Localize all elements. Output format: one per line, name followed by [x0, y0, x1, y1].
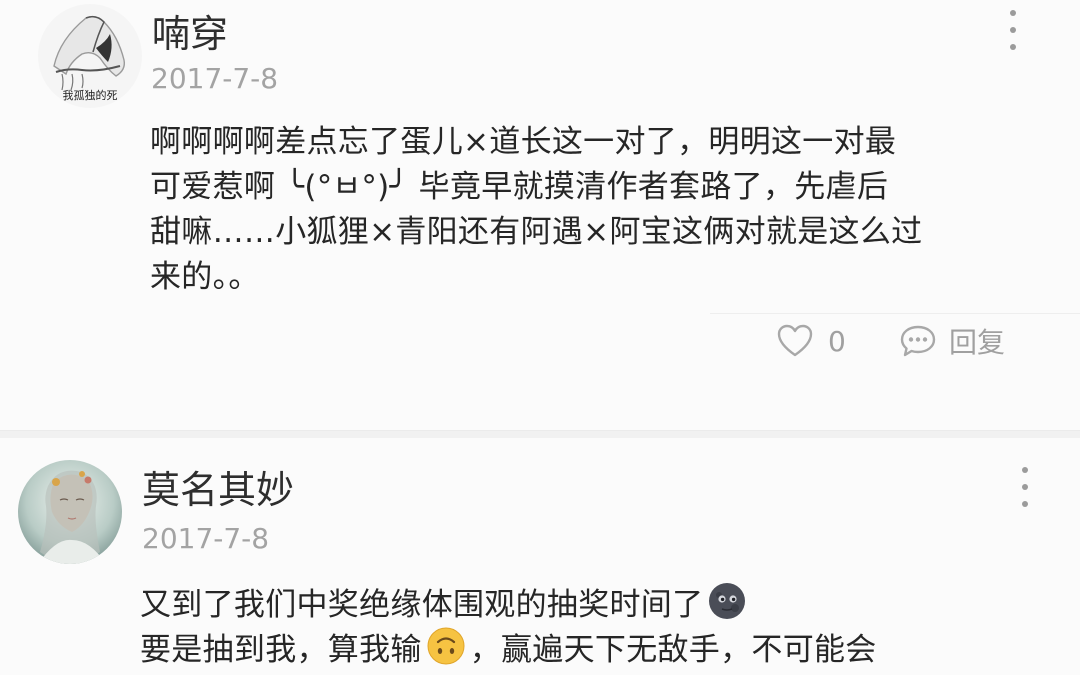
comment-text-line: 可爱惹啊 ╰(°ㅂ°)╯ 毕竟早就摸清作者套路了，先虐后 [150, 169, 889, 205]
comment-text-segment: 要是抽到我，算我输 [140, 632, 422, 668]
comment-feed: 我孤独的死 喃穿 2017-7-8 啊啊啊啊差点忘了蛋儿×道长这一对了，明明这一… [0, 0, 1080, 675]
comment-text-segment: 又到了我们中奖绝缘体围观的抽奖时间了 [140, 587, 704, 623]
comment-item: 我孤独的死 喃穿 2017-7-8 啊啊啊啊差点忘了蛋儿×道长这一对了，明明这一… [0, 0, 1080, 430]
new-moon-face-emoji [709, 583, 746, 619]
comment-text-line: 要是抽到我，算我输 ，赢遍天下无敌手，不可能会 [140, 626, 877, 671]
action-divider [710, 313, 1080, 314]
like-count: 0 [828, 324, 846, 358]
avatar-image: 我孤独的死 [38, 4, 142, 108]
comment-text-line: 又到了我们中奖绝缘体围观的抽奖时间了 [140, 581, 877, 626]
comment-text-line: 啊啊啊啊差点忘了蛋儿×道长这一对了，明明这一对最 [150, 124, 897, 160]
comment-date: 2017-7-8 [142, 522, 270, 555]
heart-outline-icon [777, 324, 813, 357]
reply-button[interactable]: 回复 [899, 320, 1005, 362]
avatar[interactable] [18, 460, 122, 564]
avatar-caption: 我孤独的死 [63, 88, 118, 102]
upside-down-face-emoji [427, 627, 465, 665]
vertical-dots-icon[interactable] [1015, 467, 1035, 507]
comment-text-line: 来的。。 [150, 259, 260, 295]
comment-item: 莫名其妙 2017-7-8 又到了我们中奖绝缘体围观的抽奖时间了 要是抽到我，算 [0, 438, 1080, 675]
comment-text-segment: ，赢遍天下无敌手，不可能会 [469, 632, 877, 668]
comment-text: 又到了我们中奖绝缘体围观的抽奖时间了 要是抽到我，算我输 ，赢遍天下无敌手，不可… [140, 581, 877, 671]
speech-bubble-icon [900, 325, 936, 357]
username[interactable]: 喃穿 [152, 12, 228, 56]
reply-label: 回复 [949, 326, 1006, 359]
username[interactable]: 莫名其妙 [142, 468, 294, 512]
comment-text-line: 甜嘛……小狐狸×青阳还有阿遇×阿宝这俩对就是这么过 [150, 214, 923, 250]
vertical-dots-icon[interactable] [1003, 10, 1023, 50]
avatar[interactable]: 我孤独的死 [38, 4, 142, 108]
comment-date: 2017-7-8 [151, 62, 279, 95]
avatar-image [18, 460, 122, 564]
comment-text: 啊啊啊啊差点忘了蛋儿×道长这一对了，明明这一对最 可爱惹啊 ╰(°ㅂ°)╯ 毕竟… [150, 120, 922, 300]
like-button[interactable]: 0 [776, 320, 846, 362]
